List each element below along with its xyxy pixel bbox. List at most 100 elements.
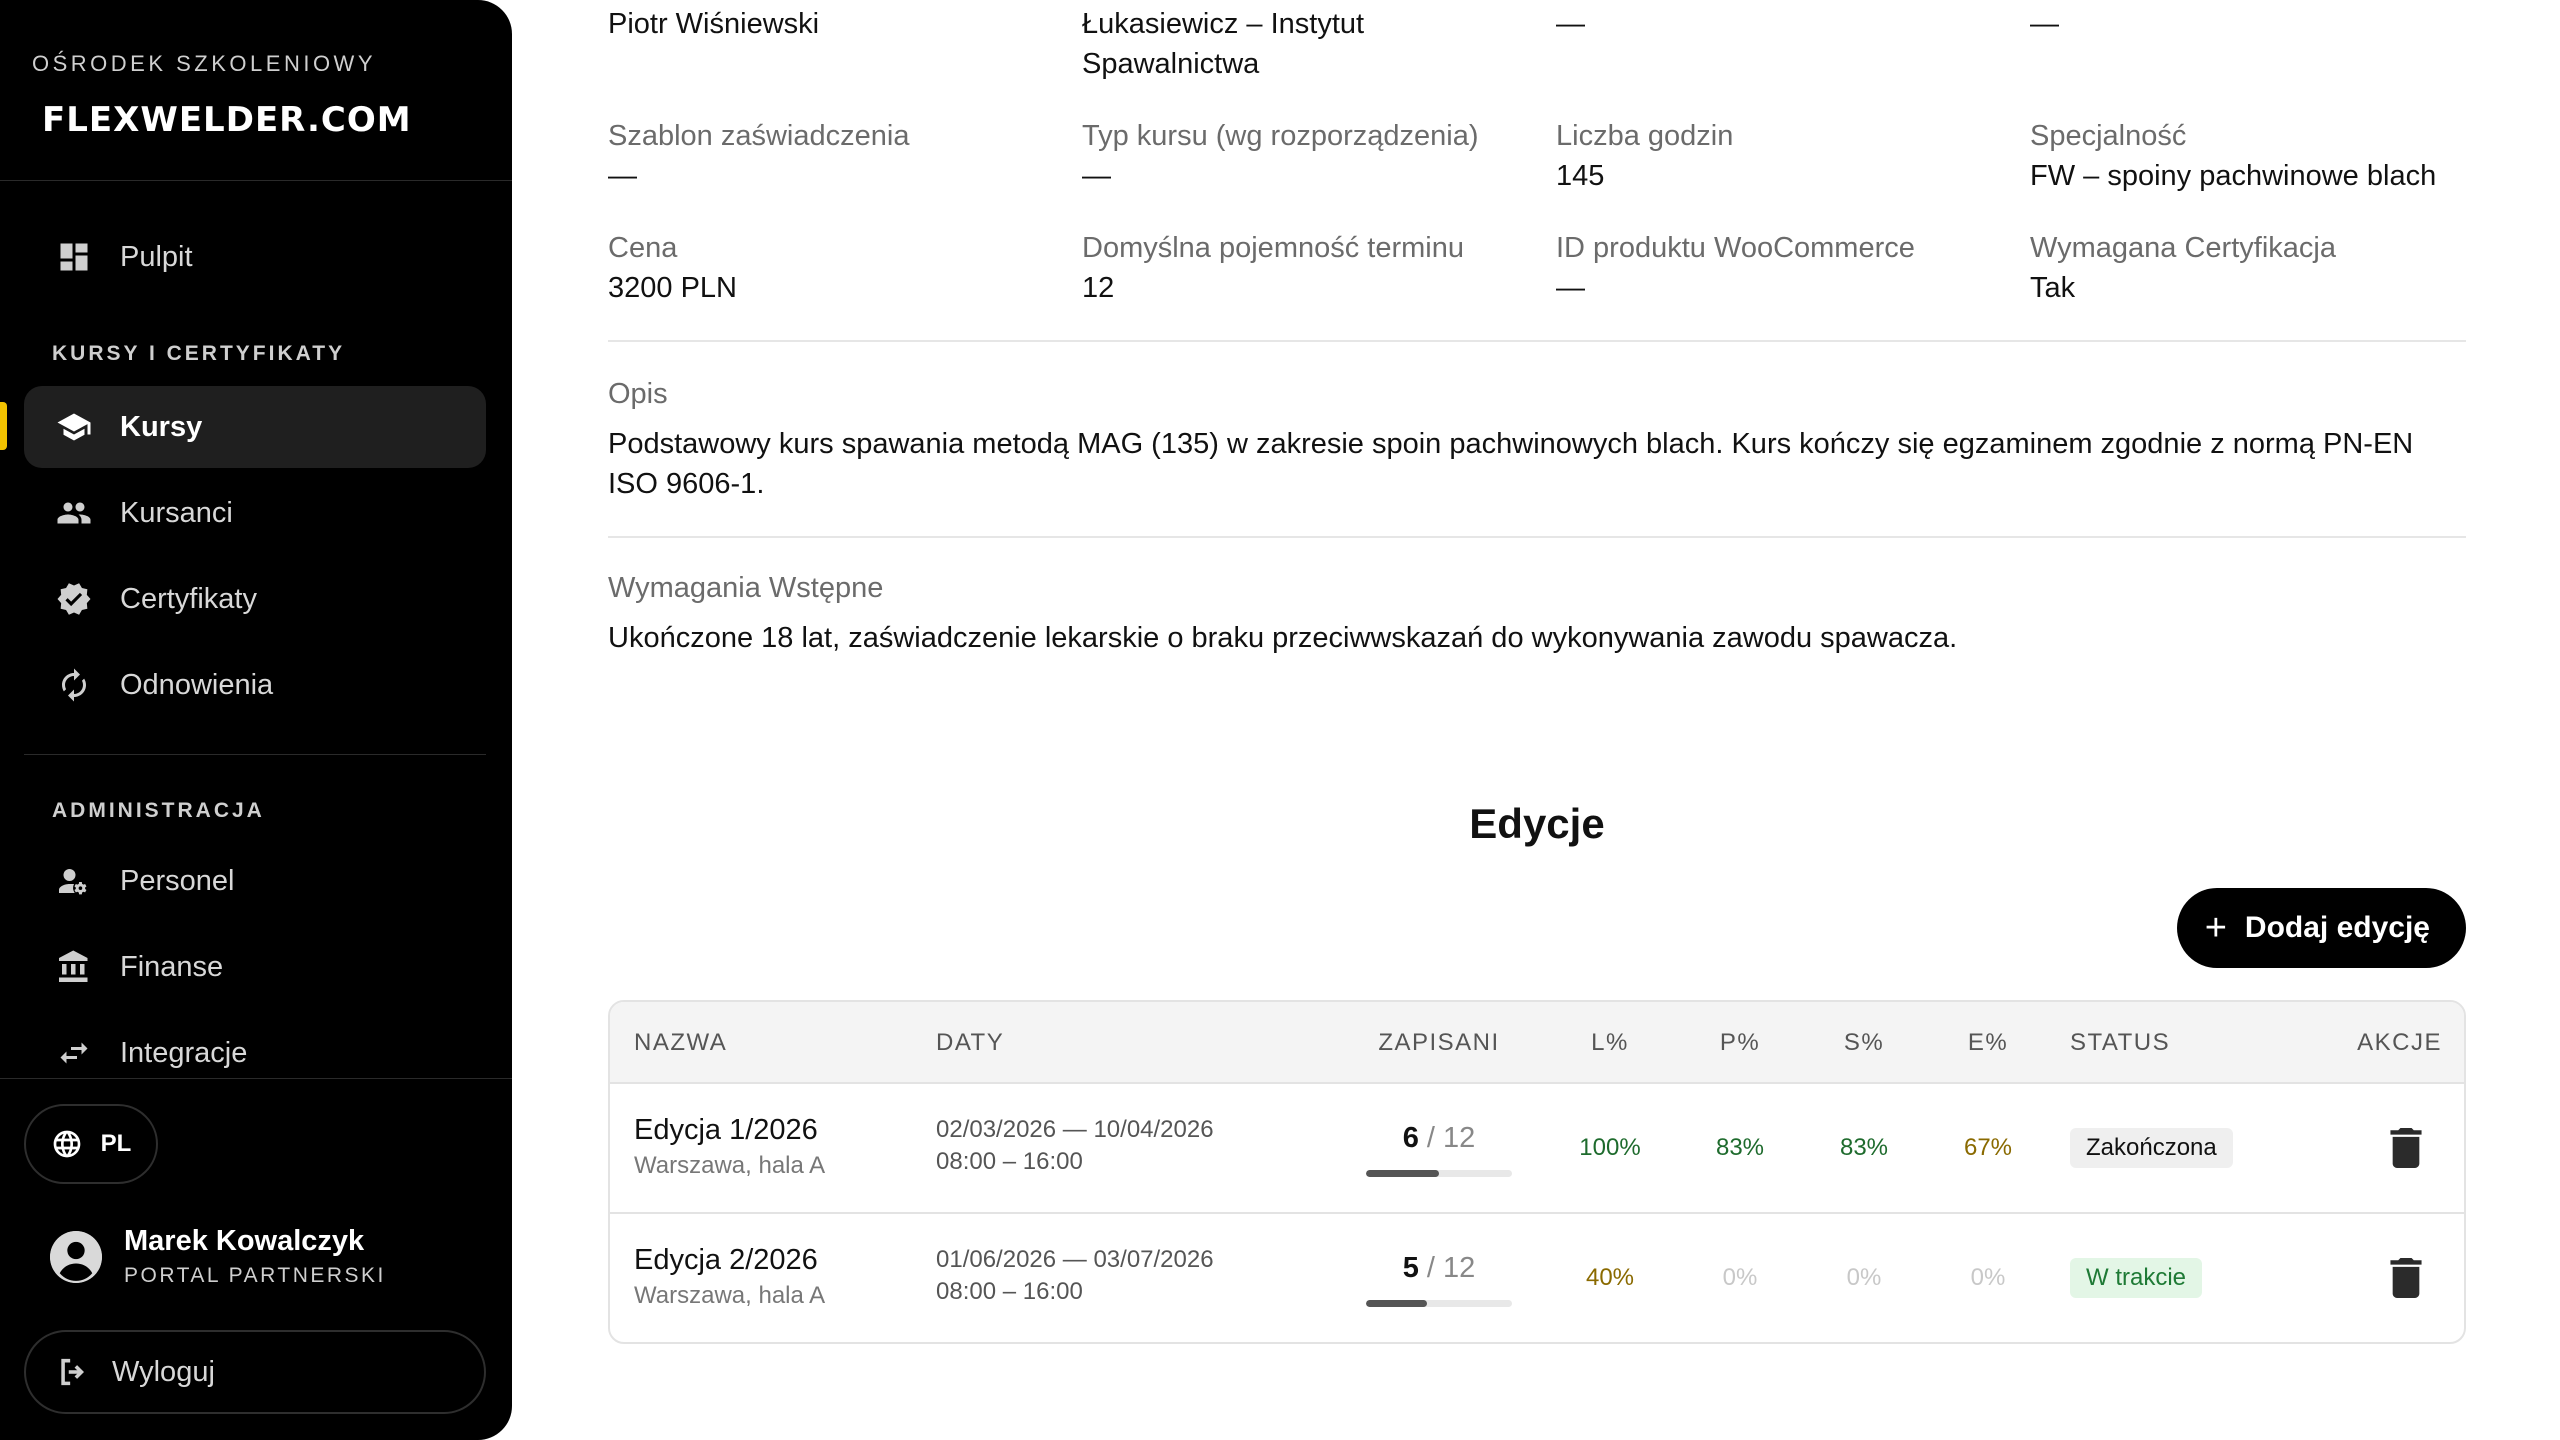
column-header-name[interactable]: NAZWA — [634, 1029, 727, 1057]
bank-icon — [54, 947, 94, 987]
brand-subtitle: OŚRODEK SZKOLENIOWY — [32, 51, 376, 76]
enrolled-number: 6 — [1402, 1122, 1419, 1154]
sidebar-item-label: Pulpit — [120, 240, 193, 273]
language-label: PL — [100, 1130, 132, 1157]
description-label: Opis — [608, 378, 668, 410]
status-badge: Zakończona — [2070, 1128, 2233, 1168]
logout-button[interactable]: Wyloguj — [24, 1330, 486, 1414]
percent-s: 0% — [1846, 1264, 1882, 1291]
column-header-l[interactable]: L% — [1560, 1029, 1660, 1057]
divider — [0, 1078, 512, 1079]
field-value-instructor: Piotr Wiśniewski — [608, 8, 820, 40]
active-indicator — [0, 402, 7, 450]
progress-fill — [1366, 1300, 1427, 1307]
user-name: Marek Kowalczyk — [124, 1225, 365, 1257]
refresh-icon — [54, 665, 94, 705]
field-value-course-type: — — [1082, 160, 1111, 192]
sidebar-item-label: Odnowienia — [120, 668, 274, 701]
dashboard-icon — [54, 237, 94, 277]
percent-e: 67% — [1963, 1134, 2013, 1161]
delete-button[interactable] — [2388, 1258, 2424, 1298]
table-row[interactable]: Edycja 2/2026 Warszawa, hala A 01/06/202… — [610, 1214, 2464, 1342]
edition-name[interactable]: Edycja 2/2026 — [634, 1244, 818, 1277]
sidebar-item-label: Integracje — [120, 1036, 248, 1069]
trash-icon — [2390, 1258, 2422, 1298]
percent-l: 100% — [1579, 1134, 1641, 1161]
requirements-text: Ukończone 18 lat, zaświadczenie lekarski… — [608, 622, 1958, 654]
field-value-institution: Łukasiewicz – Instytut Spawalnictwa — [1082, 8, 1365, 80]
description-text: Podstawowy kurs spawania metodą MAG (135… — [608, 428, 2414, 500]
edition-date-range: 02/03/2026 — 10/04/2026 — [936, 1116, 1214, 1143]
delete-button[interactable] — [2388, 1128, 2424, 1168]
section-label-courses: KURSY I CERTYFIKATY — [52, 342, 346, 365]
course-details: Piotr Wiśniewski Łukasiewicz – Instytut … — [608, 0, 2466, 1440]
field-label-price: Cena — [608, 232, 678, 264]
enrollment-progress-bar — [1366, 1300, 1512, 1307]
percent-p: 0% — [1722, 1264, 1758, 1291]
verified-badge-icon — [54, 579, 94, 619]
edition-dates: 01/06/2026 — 03/07/2026 08:00 – 16:00 — [936, 1244, 1214, 1308]
column-header-dates[interactable]: DATY — [936, 1029, 1004, 1057]
avatar — [50, 1230, 102, 1283]
enrolled-count: 6 / 12 — [1366, 1122, 1512, 1155]
sidebar-item-staff[interactable]: Personel — [24, 840, 486, 922]
edition-dates: 02/03/2026 — 10/04/2026 08:00 – 16:00 — [936, 1114, 1214, 1178]
sidebar-item-students[interactable]: Kursanci — [24, 472, 486, 554]
column-header-enrolled[interactable]: ZAPISANI — [1366, 1029, 1512, 1057]
edition-hours: 08:00 – 16:00 — [936, 1148, 1083, 1175]
column-header-e[interactable]: E% — [1938, 1029, 2038, 1057]
field-value-empty: — — [1556, 8, 1585, 40]
percent-l: 40% — [1585, 1264, 1635, 1291]
sidebar-item-integrations[interactable]: Integracje — [24, 1012, 486, 1094]
staff-settings-icon — [54, 861, 94, 901]
enrolled-capacity: / 12 — [1426, 1252, 1476, 1284]
add-edition-button[interactable]: + Dodaj edycję — [2176, 888, 2466, 968]
sidebar-item-certificates[interactable]: Certyfikaty — [24, 558, 486, 640]
logout-icon — [61, 1358, 85, 1386]
column-header-status[interactable]: STATUS — [2070, 1029, 2170, 1057]
field-value-specialty: FW – spoiny pachwinowe blach — [2030, 160, 2437, 192]
field-label-hours: Liczba godzin — [1556, 120, 1734, 152]
add-edition-label: Dodaj edycję — [2244, 911, 2430, 944]
sidebar-item-label: Certyfikaty — [120, 582, 257, 615]
editions-table: NAZWA DATY ZAPISANI L% P% S% E% STATUS A… — [608, 1000, 2466, 1344]
enrolled-capacity: / 12 — [1426, 1122, 1476, 1154]
divider — [24, 754, 486, 755]
section-label-admin: ADMINISTRACJA — [52, 799, 265, 822]
percent-e: 0% — [1970, 1264, 2006, 1291]
edition-hours: 08:00 – 16:00 — [936, 1278, 1083, 1305]
column-header-actions: AKCJE — [2357, 1029, 2442, 1056]
sidebar-item-courses[interactable]: Kursy — [24, 386, 486, 468]
sidebar-item-dashboard[interactable]: Pulpit — [24, 216, 486, 298]
enrolled-count: 5 / 12 — [1366, 1252, 1512, 1285]
field-value-price: 3200 PLN — [608, 272, 737, 304]
field-value-certification-required: Tak — [2030, 272, 2076, 304]
field-label-default-capacity: Domyślna pojemność terminu — [1082, 232, 1464, 264]
enrollment-progress-bar — [1366, 1170, 1512, 1177]
globe-icon — [53, 1130, 80, 1158]
divider — [608, 340, 2466, 342]
edition-name[interactable]: Edycja 1/2026 — [634, 1114, 818, 1147]
enrolled-number: 5 — [1402, 1252, 1419, 1284]
sidebar-item-finance[interactable]: Finanse — [24, 926, 486, 1008]
field-label-course-type: Typ kursu (wg rozporządzenia) — [1082, 120, 1479, 152]
column-header-s[interactable]: S% — [1814, 1029, 1914, 1057]
field-label-specialty: Specjalność — [2030, 120, 2187, 152]
status-badge: W trakcie — [2070, 1258, 2203, 1298]
editions-title: Edycje — [1469, 800, 1605, 847]
logout-label: Wyloguj — [112, 1355, 215, 1388]
graduation-cap-icon — [54, 407, 94, 447]
requirements-label: Wymagania Wstępne — [608, 572, 884, 604]
table-row[interactable]: Edycja 1/2026 Warszawa, hala A 02/03/202… — [610, 1084, 2464, 1214]
field-label-certificate-template: Szablon zaświadczenia — [608, 120, 910, 152]
field-value-empty: — — [2030, 8, 2059, 40]
field-value-hours: 145 — [1556, 160, 1605, 192]
column-header-p[interactable]: P% — [1690, 1029, 1790, 1057]
user-role: PORTAL PARTNERSKI — [124, 1264, 386, 1287]
percent-s: 83% — [1839, 1134, 1889, 1161]
user-profile[interactable]: Marek Kowalczyk PORTAL PARTNERSKI — [50, 1225, 386, 1288]
brand-logo[interactable]: FLEXWELDER.COM — [42, 100, 412, 140]
language-switcher[interactable]: PL — [24, 1104, 158, 1184]
sidebar-item-renewals[interactable]: Odnowienia — [24, 644, 486, 726]
percent-p: 83% — [1715, 1134, 1765, 1161]
